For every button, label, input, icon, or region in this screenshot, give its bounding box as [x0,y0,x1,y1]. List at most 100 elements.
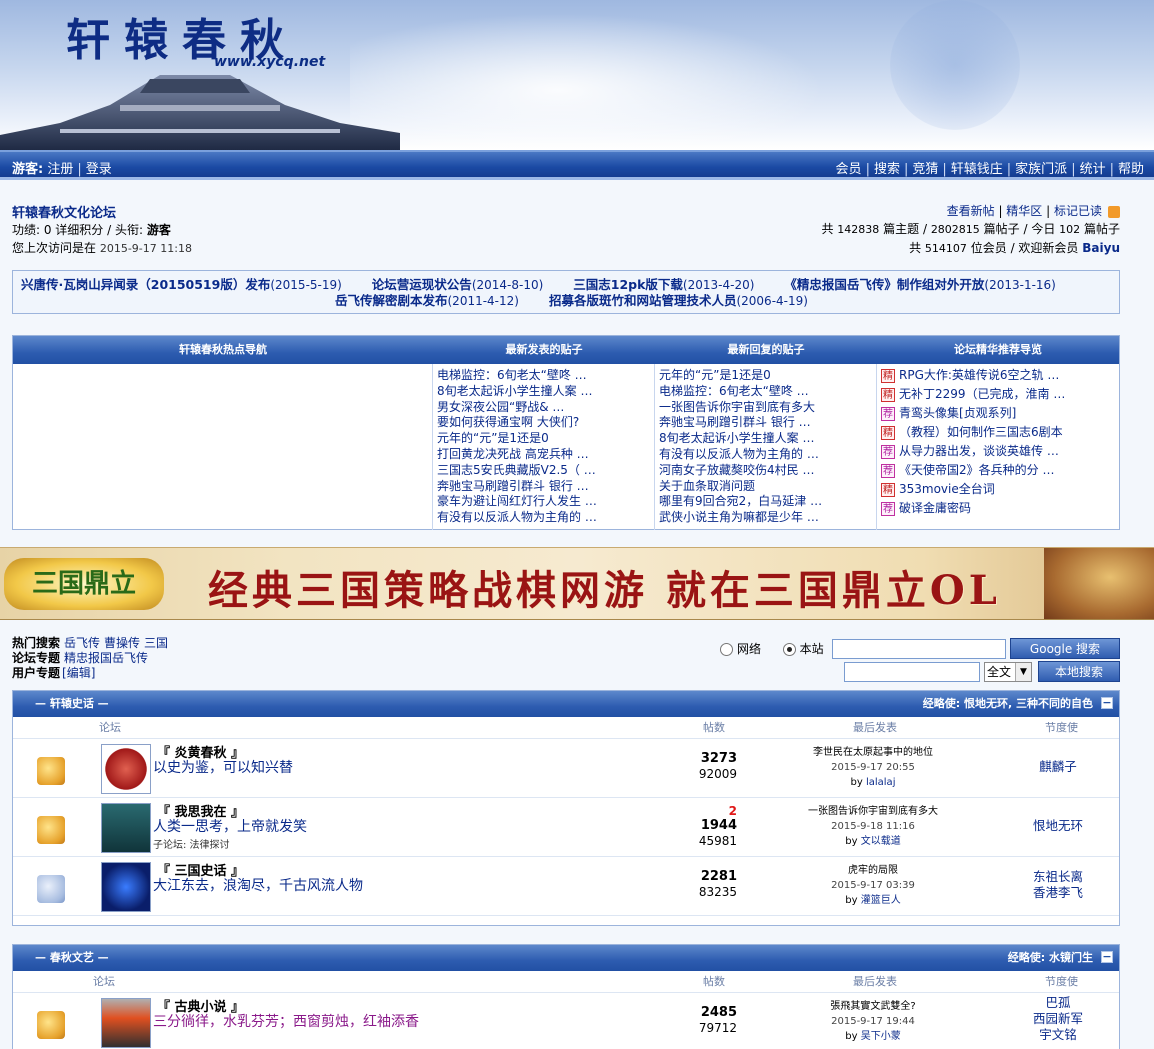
last-post-title[interactable]: 李世民在太原起事中的地位 [813,747,933,758]
nav-quiz[interactable]: 竞猜 [912,162,938,177]
nav-help[interactable]: 帮助 [1118,162,1144,177]
nav-members[interactable]: 会员 [836,162,862,177]
stats-posts: 2802815 [930,223,980,236]
list-item[interactable]: 男女深夜公园“野战& … [437,400,650,416]
section-title[interactable]: — 春秋文艺 — [35,945,109,971]
subforum-link[interactable]: 子论坛: 法律探讨 [153,836,230,851]
moderator-link[interactable]: 巴孤 [1045,995,1070,1010]
forum-thumbnail[interactable] [101,803,151,853]
list-item[interactable]: 豪车为避让闯红灯行人发生 … [437,494,650,510]
radio-web[interactable] [720,643,733,656]
digest-tag-icon: 精 [881,425,895,440]
list-item[interactable]: 三国志5安氏典藏版V2.5（ … [437,463,650,479]
featured-item[interactable]: 精 （教程）如何制作三国志6剧本 [881,423,1115,442]
last-post-title[interactable]: 一张图告诉你宇宙到底有多大 [808,806,938,817]
last-post-user[interactable]: 吴下小蒙 [861,1031,901,1042]
google-search-button[interactable]: Google 搜索 [1010,638,1120,659]
announcement-item[interactable]: 论坛营运现状公告(2014-8-10) [372,277,543,292]
section-title[interactable]: — 轩辕史话 — [35,691,109,717]
moderator-link[interactable]: 麒麟子 [1039,759,1077,774]
collapse-icon[interactable]: − [1101,697,1113,709]
list-item[interactable]: 8旬老太起诉小学生撞人案 … [659,431,872,447]
list-item[interactable]: 有没有以反派人物为主角的 … [437,510,650,526]
hot-term[interactable]: 三国 [144,636,168,650]
featured-item[interactable]: 精 353movie全台词 [881,480,1115,499]
list-item[interactable]: 武侠小说主角为嘛都是少年 … [659,510,872,526]
last-post-user[interactable]: 文以载道 [861,836,901,847]
featured-item[interactable]: 精无补丁2299（已完成，淮南 … [881,385,1115,404]
announcement-item[interactable]: 招募各版斑竹和网站管理技术人员(2006-4-19) [549,293,808,308]
list-item[interactable]: 关于血条取消问题 [659,479,872,495]
moderator-link[interactable]: 香港李飞 [1033,885,1083,900]
moderator-link[interactable]: 恨地无环 [1033,818,1083,833]
collapse-icon[interactable]: − [1101,951,1113,963]
list-item[interactable]: 有没有以反派人物为主角的 … [659,447,872,463]
list-item[interactable]: 元年的“元”是1还是0 [659,368,872,384]
hot-term[interactable]: 岳飞传 [64,636,100,650]
topic-count: 3273 [700,751,737,766]
forum-title[interactable]: 轩辕春秋文化论坛 [12,202,116,221]
moderator-link[interactable]: 西园新军 [1033,1011,1083,1026]
featured-item[interactable]: 荐从导力器出发，谈谈英雄传 … [881,442,1115,461]
rss-icon[interactable] [1108,205,1120,218]
login-link[interactable]: 登录 [86,162,112,177]
forum-description: 人类一思考，上帝就发笑 [153,819,307,835]
new-member-link[interactable]: Baiyu [1082,241,1120,255]
nav-bank[interactable]: 轩辕钱庄 [951,162,1003,177]
local-search-button[interactable]: 本地搜索 [1038,661,1120,682]
by-label: by [845,895,858,906]
featured-item[interactable]: 精 RPG大作:英雄传说6空之轨 … [881,366,1115,385]
list-item[interactable]: 元年的“元”是1还是0 [437,431,650,447]
radio-site[interactable] [782,643,796,656]
list-item[interactable]: 一张图告诉你宇宙到底有多大 [659,400,872,416]
forum-thumbnail[interactable] [101,744,151,794]
list-item[interactable]: 河南女子放藏獒咬伤4村民 … [659,463,872,479]
nav-clans[interactable]: 家族门派 [1015,162,1067,177]
featured-item[interactable]: 荐破译金庸密码 [881,499,1115,518]
last-visit-time: 2015-9-17 11:18 [99,242,192,255]
last-post-title[interactable]: 張飛其實文武雙全? [830,1001,915,1012]
list-item[interactable]: 要如何获得通宝啊 大侠们? [437,415,650,431]
nav-stats[interactable]: 统计 [1080,162,1106,177]
site-header: 轩辕春秋 www.xycq.net [0,0,1154,150]
list-item[interactable]: 电梯监控：6旬老太“壁咚 … [659,384,872,400]
last-post: 虎牢的局限 2015-9-17 03:39 by 灌篮巨人 [753,863,993,908]
radio-site-label: 本站 [799,642,824,656]
last-post-title[interactable]: 虎牢的局限 [848,865,898,876]
mark-read-link[interactable]: 标记已读 [1054,204,1102,218]
featured-item[interactable]: 荐青鸾头像集[贞观系列] [881,404,1115,423]
list-item[interactable]: 奔驰宝马刷蹭引群斗 银行 … [659,415,872,431]
list-item[interactable]: 哪里有9回合宛2，白马延津 … [659,494,872,510]
chevron-down-icon: ▼ [1015,663,1031,681]
last-post-user[interactable]: lalalaj [866,777,896,788]
announcement-item[interactable]: 岳飞传解密剧本发布(2011-4-12) [335,293,519,308]
moderator-link[interactable]: 东祖长离 [1033,869,1083,884]
featured-item[interactable]: 荐《天使帝国2》各兵种的分 … [881,461,1115,480]
game-ad-banner[interactable]: 三国鼎立 经典三国策略战棋网游 就在三国鼎立OL [0,547,1154,620]
forum-thumbnail[interactable] [101,862,151,912]
scope-select[interactable]: 全文 ▼ [984,662,1032,682]
view-new-posts-link[interactable]: 查看新帖 [947,204,995,218]
special-link[interactable]: 精忠报国岳飞传 [64,651,148,665]
moderator-link[interactable]: 宇文铭 [1039,1027,1077,1042]
edit-link[interactable]: [编辑] [62,666,95,680]
google-search-input[interactable] [832,639,1006,659]
announcement-item[interactable]: 兴唐传·瓦岗山异闻录（20150519版）发布(2015-5-19) [21,277,342,292]
stats-today: 102 [1059,223,1081,236]
nav-search[interactable]: 搜索 [874,162,900,177]
header-cloud [350,0,870,150]
hot-term[interactable]: 曹操传 [104,636,140,650]
list-item[interactable]: 8旬老太起诉小学生撞人案 … [437,384,650,400]
guest-links: 游客: 注册 | 登录 [12,162,112,177]
list-item[interactable]: 打回黄龙决死战 高宠兵种 … [437,447,650,463]
digest-link[interactable]: 精华区 [1006,204,1042,218]
register-link[interactable]: 注册 [47,162,73,177]
local-search-input[interactable] [844,662,980,682]
list-item[interactable]: 电梯监控：6旬老太“壁咚 … [437,368,650,384]
col-count: 帖数 [703,975,725,988]
announcement-item[interactable]: 三国志12pk版下载(2013-4-20) [573,277,754,292]
announcement-item[interactable]: 《精忠报国岳飞传》制作组对外开放(2013-1-16) [784,277,1055,292]
list-item[interactable]: 奔驰宝马刷蹭引群斗 银行 … [437,479,650,495]
forum-thumbnail[interactable] [101,998,151,1048]
last-post-user[interactable]: 灌篮巨人 [861,895,901,906]
